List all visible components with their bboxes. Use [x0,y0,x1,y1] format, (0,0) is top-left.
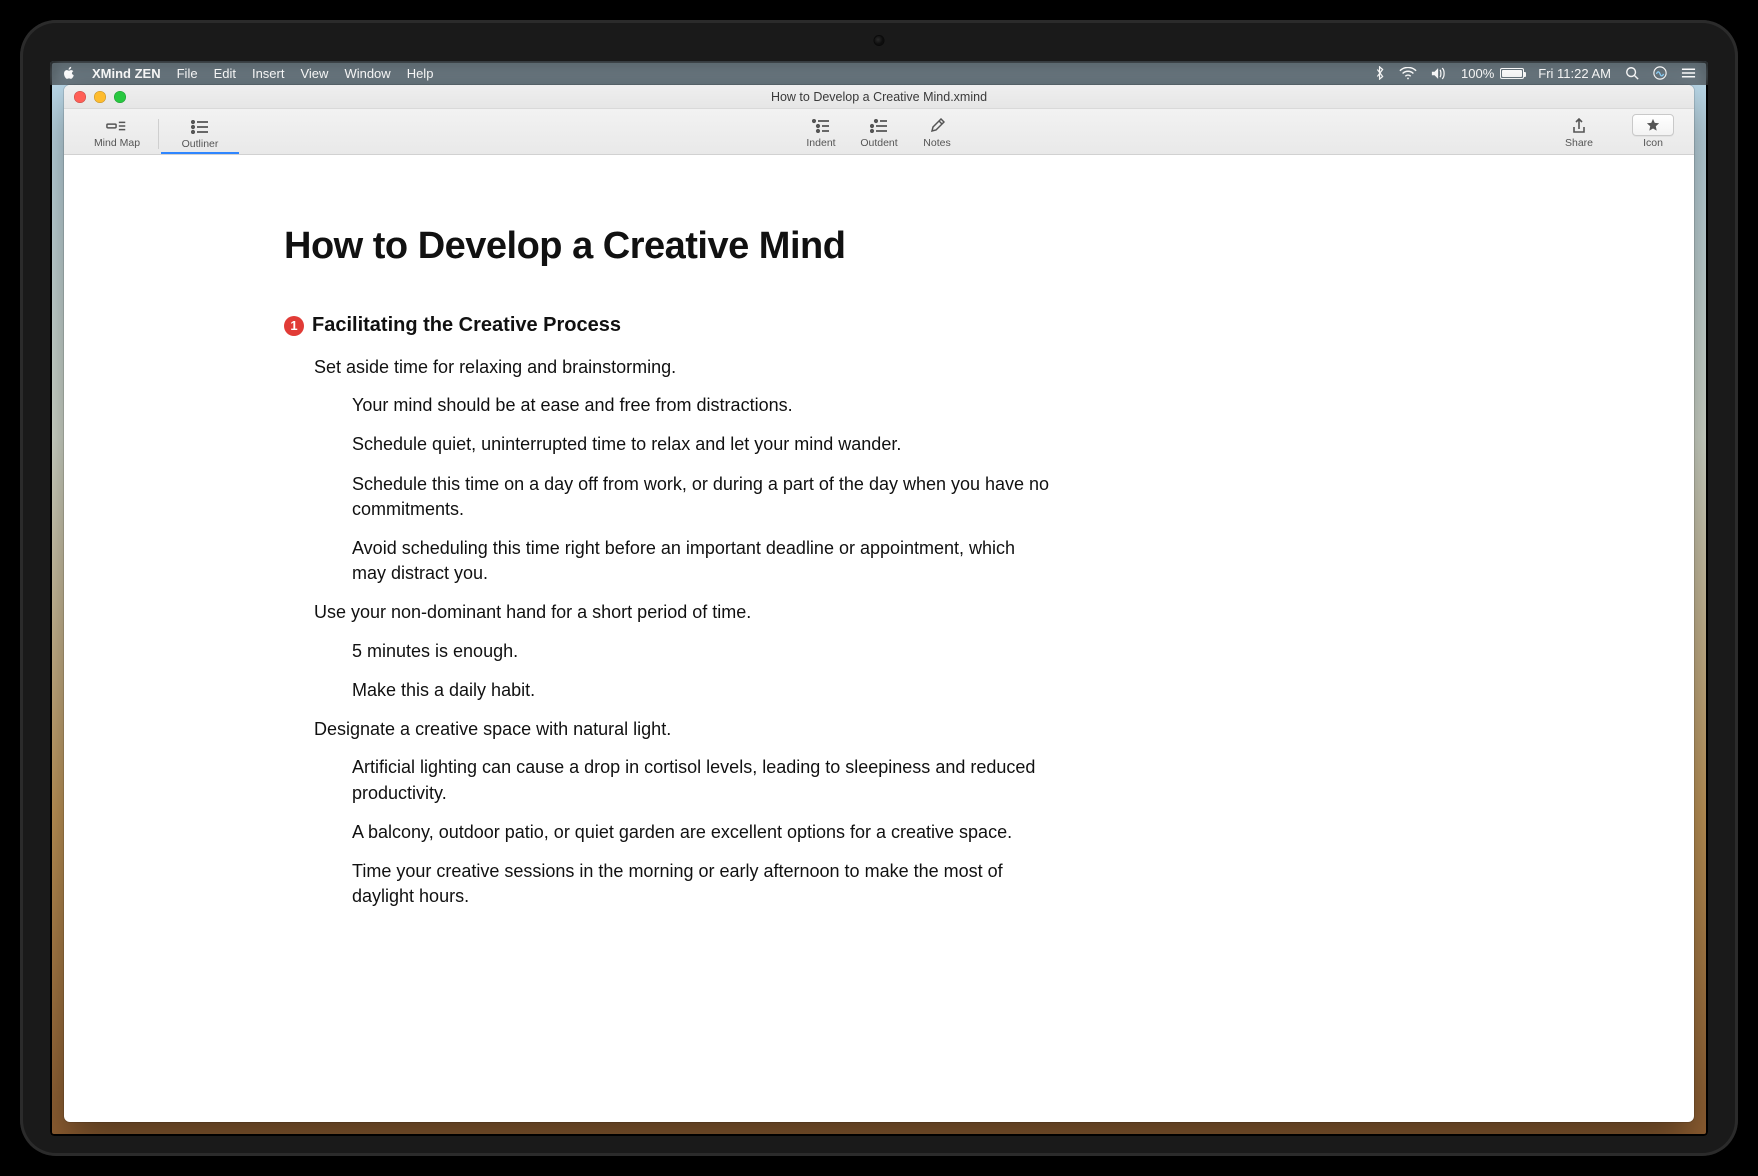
toolbar: Mind Map Outliner In [64,109,1694,155]
document-title[interactable]: How to Develop a Creative Mind [284,225,1474,268]
zoom-button[interactable] [114,91,126,103]
app-window: How to Develop a Creative Mind.xmind Min… [64,85,1694,1122]
menu-edit[interactable]: Edit [214,66,236,81]
mindmap-tab[interactable]: Mind Map [78,116,156,151]
minimize-button[interactable] [94,91,106,103]
battery-icon [1500,68,1524,79]
mindmap-icon [106,116,128,136]
document-scroll[interactable]: How to Develop a Creative Mind 1 Facilit… [64,155,1694,1122]
indent-button[interactable]: Indent [792,116,850,151]
notes-icon [929,116,945,136]
outline-item[interactable]: Use your non-dominant hand for a short p… [314,600,1474,624]
window-title: How to Develop a Creative Mind.xmind [771,90,987,104]
indent-label: Indent [806,137,835,149]
mac-menubar: XMind ZEN File Edit Insert View Window H… [50,61,1708,85]
outline-item[interactable]: Make this a daily habit. [352,678,1052,703]
outline-item[interactable]: A balcony, outdoor patio, or quiet garde… [352,820,1052,845]
notification-center-icon[interactable] [1681,67,1696,79]
section-heading[interactable]: 1 Facilitating the Creative Process [284,314,1474,337]
camera-icon [875,36,884,45]
toolbar-separator [158,119,159,149]
battery-status[interactable]: 100% [1461,66,1524,81]
outline-body: Set aside time for relaxing and brainsto… [284,355,1474,909]
menubar-clock[interactable]: Fri 11:22 AM [1538,66,1611,81]
mindmap-label: Mind Map [94,137,140,149]
icon-button[interactable]: Icon [1626,114,1680,151]
outline-item[interactable]: Schedule this time on a day off from wor… [352,472,1052,522]
outdent-icon [870,116,888,136]
laptop-frame: XMind ZEN File Edit Insert View Window H… [20,20,1738,1156]
outliner-label: Outliner [182,138,219,150]
section-heading-text: Facilitating the Creative Process [312,314,621,337]
notes-label: Notes [923,137,950,149]
star-icon [1632,114,1674,136]
menu-view[interactable]: View [300,66,328,81]
outliner-icon [191,117,209,137]
outline-item[interactable]: Avoid scheduling this time right before … [352,536,1052,586]
desktop: XMind ZEN File Edit Insert View Window H… [50,61,1708,1136]
share-button[interactable]: Share [1540,116,1618,151]
outline-item[interactable]: 5 minutes is enough. [352,639,1052,664]
outline-item[interactable]: Artificial lighting can cause a drop in … [352,755,1052,805]
outdent-label: Outdent [860,137,897,149]
siri-icon[interactable] [1653,66,1667,80]
outline-item[interactable]: Schedule quiet, uninterrupted time to re… [352,432,1052,457]
outline-item[interactable]: Time your creative sessions in the morni… [352,859,1052,909]
menu-window[interactable]: Window [344,66,390,81]
outline-item[interactable]: Designate a creative space with natural … [314,717,1474,741]
document: How to Develop a Creative Mind 1 Facilit… [64,155,1694,983]
spotlight-icon[interactable] [1625,66,1639,80]
icon-label: Icon [1643,137,1663,149]
apple-icon[interactable] [62,66,76,80]
indent-icon [812,116,830,136]
battery-percent: 100% [1461,66,1494,81]
priority-1-icon: 1 [284,316,304,336]
bluetooth-icon[interactable] [1375,66,1385,80]
outdent-button[interactable]: Outdent [850,116,908,151]
wifi-icon[interactable] [1399,67,1417,80]
menu-file[interactable]: File [177,66,198,81]
menubar-app-name[interactable]: XMind ZEN [92,66,161,81]
outliner-tab[interactable]: Outliner [161,116,239,154]
volume-icon[interactable] [1431,67,1447,80]
notes-button[interactable]: Notes [908,116,966,151]
window-controls [74,91,126,103]
close-button[interactable] [74,91,86,103]
share-label: Share [1565,137,1593,149]
outline-item[interactable]: Set aside time for relaxing and brainsto… [314,355,1474,379]
share-icon [1572,116,1586,136]
menu-help[interactable]: Help [407,66,434,81]
outline-item[interactable]: Your mind should be at ease and free fro… [352,393,1052,418]
window-titlebar[interactable]: How to Develop a Creative Mind.xmind [64,85,1694,109]
menu-insert[interactable]: Insert [252,66,285,81]
